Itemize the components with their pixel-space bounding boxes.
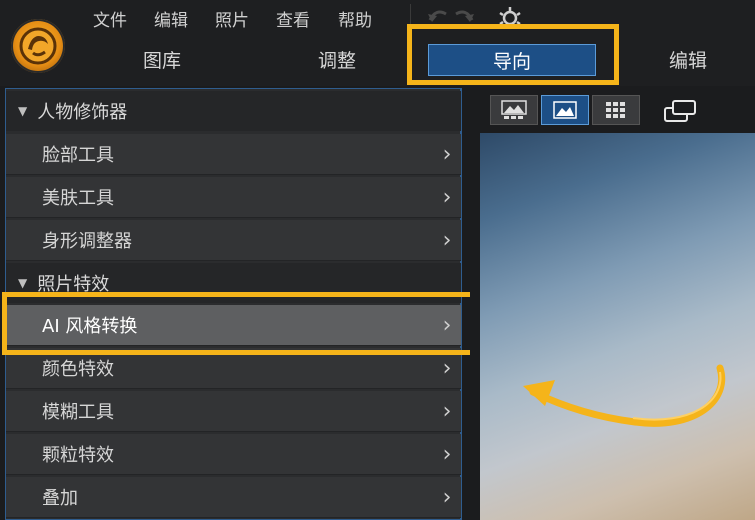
menu-photo[interactable]: 照片 <box>215 6 249 31</box>
redo-icon[interactable] <box>455 10 474 22</box>
section-title: 照片特效 <box>37 274 110 295</box>
sidebar-item-label: 颗粒特效 <box>42 445 114 466</box>
undo-redo-settings-icons <box>428 7 521 26</box>
curved-arrow-icon <box>523 364 726 427</box>
chevron-right-icon: › <box>442 227 452 253</box>
menu-help[interactable]: 帮助 <box>338 6 372 31</box>
sidebar-panel: ▼ 人物修饰器 脸部工具 › 美肤工具 › 身形调整器 › ▼ 照片特效 AI … <box>5 88 462 520</box>
chevron-right-icon: › <box>442 141 452 167</box>
sidebar-item-overlay[interactable]: 叠加 › <box>6 477 461 518</box>
sidebar-item-color-effects[interactable]: 颜色特效 › <box>6 348 461 389</box>
sidebar-item-label: 美肤工具 <box>42 188 114 209</box>
chevron-right-icon: › <box>442 184 452 210</box>
sidebar-item-grain-effects[interactable]: 颗粒特效 › <box>6 434 461 475</box>
sidebar-item-label: 叠加 <box>42 488 78 509</box>
chevron-right-icon: › <box>442 441 452 467</box>
rotate-button[interactable] <box>660 97 700 125</box>
grid-view-icon <box>606 102 625 118</box>
menu-view[interactable]: 查看 <box>276 6 310 31</box>
chevron-right-icon: › <box>442 398 452 424</box>
section-title: 人物修饰器 <box>37 102 128 123</box>
sidebar-item-label: AI 风格转换 <box>42 316 138 337</box>
menu-file[interactable]: 文件 <box>93 6 127 31</box>
tab-guided[interactable]: 导向 <box>428 44 596 76</box>
sidebar-item-label: 模糊工具 <box>42 402 114 423</box>
compare-view-icon <box>501 100 527 119</box>
single-view-icon <box>553 101 577 119</box>
sidebar-item-skin-tools[interactable]: 美肤工具 › <box>6 177 461 218</box>
single-view-button[interactable] <box>541 95 589 125</box>
photo-preview <box>480 133 755 520</box>
triangle-down-icon: ▼ <box>18 104 28 118</box>
top-bar: 文件 编辑 照片 查看 帮助 图库 调整 导向 编辑 <box>0 0 755 86</box>
tab-adjust[interactable]: 调整 <box>275 44 399 74</box>
section-header-portrait[interactable]: ▼ 人物修饰器 <box>6 91 461 131</box>
chevron-right-icon: › <box>442 355 452 381</box>
sidebar-item-face-tools[interactable]: 脸部工具 › <box>6 134 461 175</box>
menu-edit[interactable]: 编辑 <box>154 6 188 31</box>
tab-edit[interactable]: 编辑 <box>626 44 750 74</box>
view-mode-toolbar <box>490 95 642 127</box>
section-header-photo-effects[interactable]: ▼ 照片特效 <box>6 263 461 303</box>
sidebar-item-body-shaper[interactable]: 身形调整器 › <box>6 220 461 261</box>
chevron-right-icon: › <box>442 312 452 338</box>
rotate-icon <box>664 100 696 122</box>
tab-library[interactable]: 图库 <box>100 44 224 74</box>
triangle-down-icon: ▼ <box>18 276 28 290</box>
menu-divider <box>410 4 411 54</box>
undo-icon[interactable] <box>428 10 447 22</box>
sidebar-item-label: 颜色特效 <box>42 359 114 380</box>
sidebar-item-label: 身形调整器 <box>42 231 132 252</box>
compare-view-button[interactable] <box>490 95 538 125</box>
grid-view-button[interactable] <box>592 95 640 125</box>
settings-gear-icon[interactable] <box>499 7 521 26</box>
sidebar-item-blur-tools[interactable]: 模糊工具 › <box>6 391 461 432</box>
sidebar-item-label: 脸部工具 <box>42 145 114 166</box>
chevron-right-icon: › <box>442 484 452 510</box>
sidebar-item-ai-style-transfer[interactable]: AI 风格转换 › <box>6 305 461 346</box>
app-logo-icon[interactable] <box>11 19 65 73</box>
